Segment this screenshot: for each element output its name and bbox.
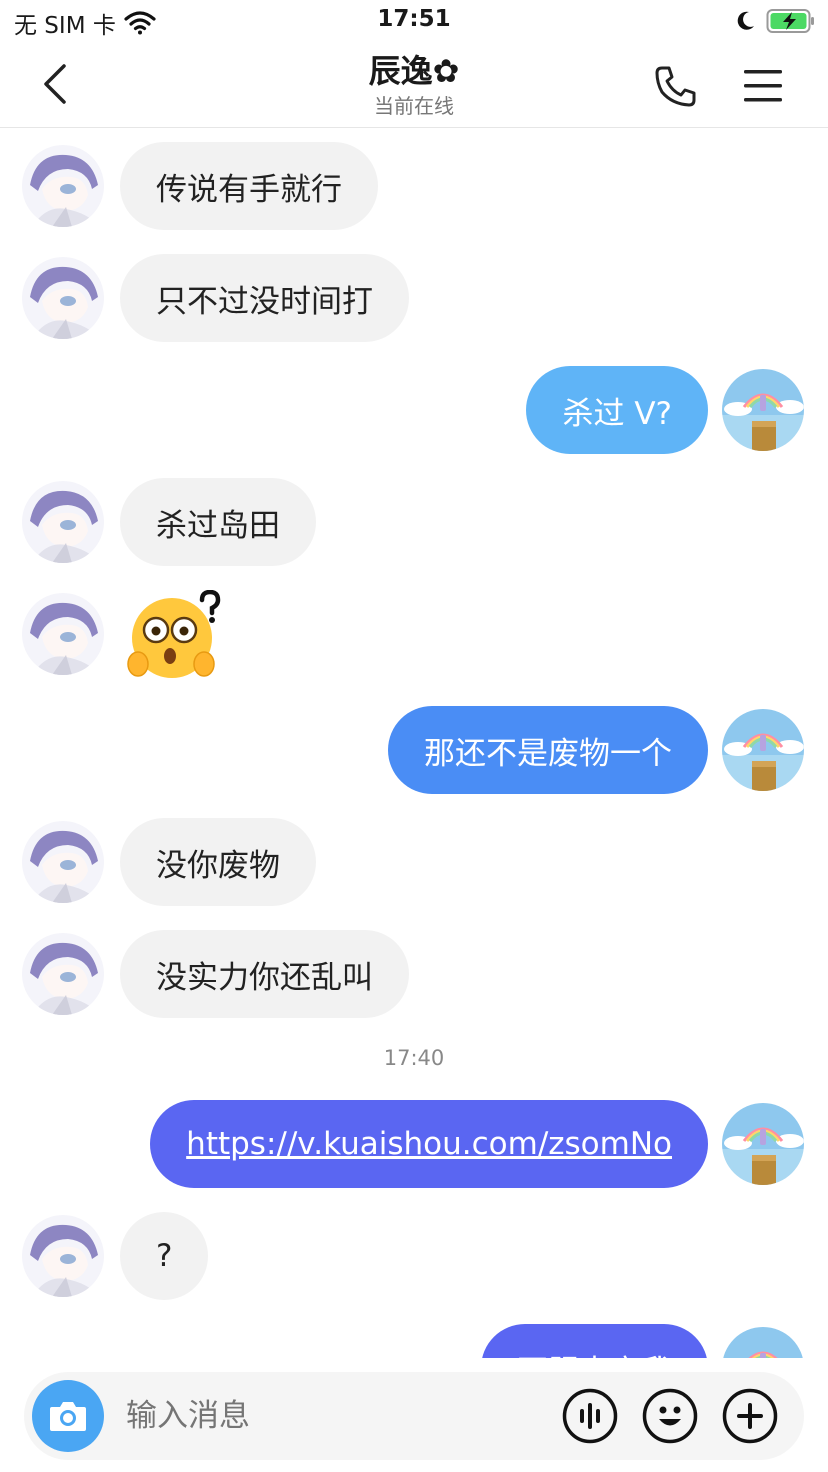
status-time: 17:51 <box>377 6 451 32</box>
shared-link[interactable]: https://v.kuaishou.com/zsomNo <box>186 1126 672 1162</box>
my-avatar[interactable] <box>722 1103 804 1185</box>
contact-avatar[interactable] <box>22 933 104 1015</box>
message-row: 杀过岛田 <box>0 478 828 570</box>
phone-icon[interactable] <box>652 62 700 110</box>
my-avatar[interactable] <box>722 709 804 791</box>
contact-avatar[interactable] <box>22 1215 104 1297</box>
contact-avatar[interactable] <box>22 145 104 227</box>
message-row: 没实力你还乱叫 <box>0 930 828 1022</box>
message-bubble[interactable]: ? <box>120 1212 209 1300</box>
voice-icon[interactable] <box>562 1388 618 1444</box>
status-right <box>734 8 816 34</box>
message-row: ? <box>0 1212 828 1304</box>
message-bubble[interactable]: 传说有手就行 <box>120 142 378 230</box>
message-timestamp: 17:40 <box>383 1046 445 1070</box>
emoji-icon[interactable] <box>642 1388 698 1444</box>
message-input-bar <box>0 1358 828 1472</box>
message-input[interactable] <box>126 1396 526 1436</box>
message-row: 杀过 V? <box>0 366 828 458</box>
message-bubble[interactable]: 没你废物 <box>120 818 316 906</box>
battery-charging-icon <box>766 9 814 33</box>
message-bubble[interactable]: 那还不是废物一个 <box>388 706 708 794</box>
message-row: 没你废物 <box>0 818 828 910</box>
contact-avatar[interactable] <box>22 257 104 339</box>
message-bubble[interactable]: 杀过 V? <box>526 366 708 454</box>
menu-icon[interactable] <box>742 66 786 106</box>
confused-face-sticker[interactable] <box>126 590 226 682</box>
contact-avatar[interactable] <box>22 593 104 675</box>
message-row: https://v.kuaishou.com/zsomNo <box>0 1100 828 1192</box>
status-bar: 无 SIM 卡 17:51 <box>0 0 828 44</box>
my-avatar[interactable] <box>722 369 804 451</box>
chat-header: 辰逸✿ 当前在线 <box>0 44 828 128</box>
online-status: 当前在线 <box>374 94 454 118</box>
camera-icon <box>50 1402 86 1431</box>
message-row <box>0 590 828 682</box>
message-row: 那还不是废物一个 <box>0 706 828 798</box>
moon-icon <box>737 11 754 30</box>
message-bubble[interactable]: 杀过岛田 <box>120 478 316 566</box>
message-bubble[interactable]: 没实力你还乱叫 <box>120 930 409 1018</box>
add-icon[interactable] <box>722 1388 778 1444</box>
contact-avatar[interactable] <box>22 481 104 563</box>
message-row: 只不过没时间打 <box>0 254 828 346</box>
camera-button[interactable] <box>32 1380 104 1452</box>
message-bubble: https://v.kuaishou.com/zsomNo <box>150 1100 708 1188</box>
contact-avatar[interactable] <box>22 821 104 903</box>
contact-name: 辰逸✿ <box>368 52 460 90</box>
message-row: 传说有手就行 <box>0 142 828 234</box>
message-bubble[interactable]: 只不过没时间打 <box>120 254 409 342</box>
